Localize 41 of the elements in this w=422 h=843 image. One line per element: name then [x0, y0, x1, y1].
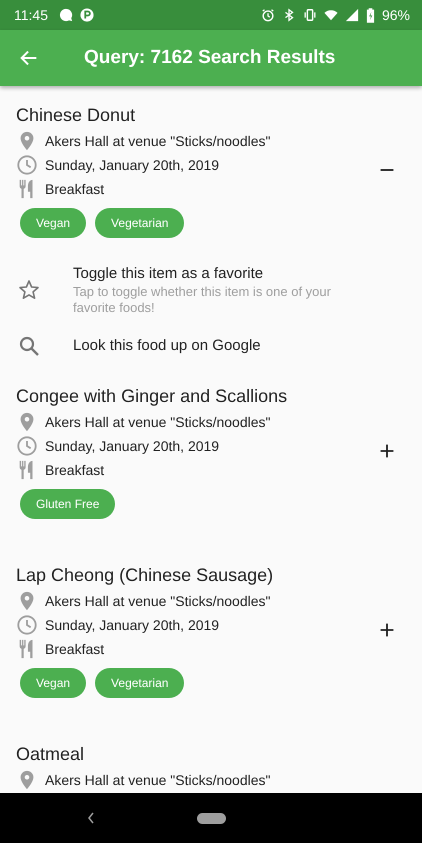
date-text: Sunday, January 20th, 2019 [45, 157, 220, 173]
location-text: Akers Hall at venue "Sticks/noodles" [45, 133, 270, 149]
cell-signal-icon [344, 8, 359, 22]
vibrate-icon [302, 8, 317, 22]
app-bar-title: Query: 7162 Search Results [84, 47, 336, 69]
clock-icon [16, 614, 38, 636]
search-icon [17, 334, 41, 358]
location-text: Akers Hall at venue "Sticks/noodles" [45, 414, 270, 430]
food-name[interactable]: Oatmeal [16, 741, 84, 767]
action-subtitle: Tap to toggle whether this item is one of your favorite foods! [73, 284, 332, 316]
diet-tag: Vegetarian [95, 668, 184, 698]
back-nav-button[interactable] [86, 810, 96, 826]
parking-icon [80, 8, 94, 22]
status-time: 11:45 [14, 7, 48, 23]
meal-text: Breakfast [45, 462, 104, 478]
food-name[interactable]: Lap Cheong (Chinese Sausage) [16, 562, 274, 588]
action-title: Look this food up on Google [73, 336, 261, 356]
date-text: Sunday, January 20th, 2019 [45, 438, 220, 454]
diet-tag: Gluten Free [20, 489, 116, 519]
battery-icon [366, 8, 375, 22]
meal-text: Breakfast [45, 181, 104, 197]
action-item[interactable]: Look this food up on Google [16, 328, 406, 364]
battery-percent: 96% [382, 7, 410, 23]
action-item[interactable]: Toggle this item as a favorite Tap to toggle whether this item is one of your favorite foods! [16, 258, 406, 322]
meal-text: Breakfast [45, 641, 104, 657]
chat-bubble-icon [59, 8, 73, 22]
food-name[interactable]: Congee with Ginger and Scallions [16, 383, 288, 409]
location-text: Akers Hall at venue "Sticks/noodles" [45, 772, 270, 788]
diet-tag: Vegetarian [95, 208, 184, 238]
food-name[interactable]: Chinese Donut [16, 102, 136, 128]
location-text: Akers Hall at venue "Sticks/noodles" [45, 593, 270, 609]
clock-icon [16, 435, 38, 457]
date-text: Sunday, January 20th, 2019 [45, 617, 220, 633]
action-title: Toggle this item as a favorite [73, 264, 264, 284]
diet-tag: Vegan [20, 208, 86, 238]
alarm-clock-icon [260, 8, 275, 22]
home-button[interactable] [196, 812, 226, 824]
star-icon [17, 278, 41, 302]
wifi-icon [324, 8, 338, 22]
clock-icon [16, 154, 38, 176]
diet-tag: Vegan [20, 668, 86, 698]
